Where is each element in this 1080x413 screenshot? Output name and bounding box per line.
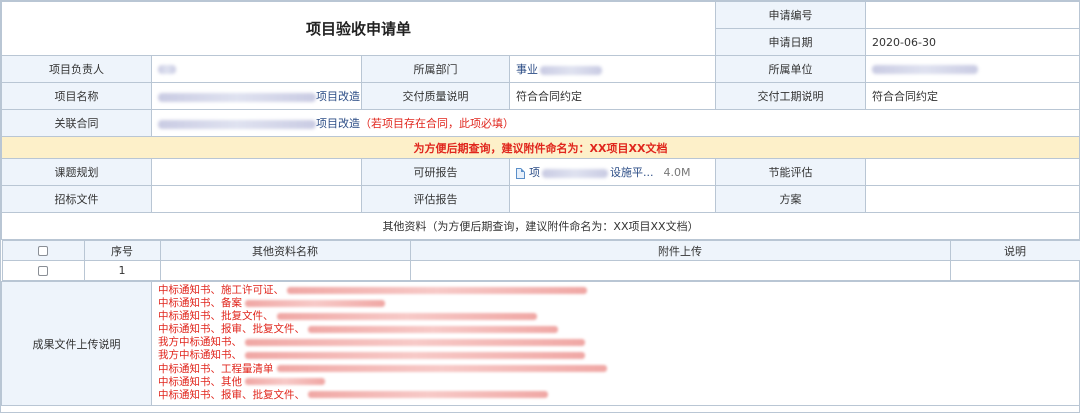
topic-label: 课题规划 [1,158,152,186]
redacted-project-name [158,92,316,102]
project-name-suffix: 项目改造 [316,90,360,103]
manager-field[interactable] [151,55,362,83]
results-notes: 中标通知书、施工许可证、 中标通知书、备案 中标通知书、批复文件、 中标通知书、… [150,281,1080,406]
feasibility-upload[interactable]: 项 设施平... 4.0M [508,158,717,186]
feasibility-file-prefix[interactable]: 项 [529,166,540,179]
delivery-period-field[interactable]: 符合合同约定 [865,82,1080,110]
select-all-checkbox[interactable] [38,246,48,256]
redacted-file-name [542,168,608,178]
feasibility-file-link[interactable]: 设施平... [610,166,654,179]
col-name: 其他资料名称 [159,240,411,261]
redacted-manager [158,65,176,74]
note-line: 中标通知书、报审、批复文件、 [158,323,1073,336]
redacted-unit [872,65,979,74]
bidding-upload[interactable] [151,185,362,213]
note-line: 中标通知书、工程量清单 [158,363,1073,376]
file-size: 4.0M [663,166,691,179]
redacted-contract [158,119,316,129]
row-index: 1 [83,260,161,281]
table-row: 1 [1,260,1080,281]
apply-no-label: 申请编号 [715,1,867,29]
file-icon [516,167,525,179]
row-upload-field[interactable] [409,260,951,281]
feasibility-label: 可研报告 [361,158,510,186]
row-note-field[interactable] [949,260,1080,281]
contract-link[interactable]: 项目改造 [316,117,360,130]
project-name-field[interactable]: 项目改造 [151,82,362,110]
naming-tip: 为方便后期查询，建议附件命名为：XX项目XX文档 [0,136,1080,159]
col-upload: 附件上传 [409,240,951,261]
dept-label: 所属部门 [361,55,510,83]
other-materials-container: 序号 其他资料名称 附件上传 说明 1 [1,240,1080,282]
row-name-field[interactable] [159,260,411,281]
form-table: 项目验收申请单 申请编号 申请日期 2020-06-30 项目负责人 所属部门 … [0,1,1080,406]
plan-label: 方案 [715,185,867,213]
assessment-upload[interactable] [508,185,717,213]
acceptance-form: 项目验收申请单 申请编号 申请日期 2020-06-30 项目负责人 所属部门 … [0,0,1080,413]
delivery-period-label: 交付工期说明 [715,82,867,110]
energy-label: 节能评估 [715,158,867,186]
delivery-quality-label: 交付质量说明 [361,82,510,110]
results-label: 成果文件上传说明 [1,281,152,406]
apply-date-field[interactable]: 2020-06-30 [865,28,1080,56]
contract-note: （若项目存在合同，此项必填） [360,117,514,130]
page-title: 项目验收申请单 [0,1,717,56]
dept-field[interactable]: 事业 [508,55,717,83]
redacted-dept [540,65,602,75]
other-materials-title: 其他资料（为方便后期查询，建议附件命名为：XX项目XX文档） [0,212,1080,240]
note-line: 我方中标通知书、 [158,349,1073,362]
dept-value: 事业 [516,63,538,76]
col-index: 序号 [83,240,161,261]
row-checkbox[interactable] [38,266,48,276]
project-name-label: 项目名称 [1,82,152,110]
note-line: 我方中标通知书、 [158,336,1073,349]
contract-field[interactable]: 项目改造（若项目存在合同，此项必填） [150,109,1080,137]
unit-label: 所属单位 [715,55,867,83]
col-note: 说明 [949,240,1080,261]
plan-upload[interactable] [865,185,1080,213]
note-line: 中标通知书、批复文件、 [158,310,1073,323]
contract-label: 关联合同 [1,109,152,137]
note-line: 中标通知书、报审、批复文件、 [158,389,1073,402]
assessment-label: 评估报告 [361,185,510,213]
unit-field[interactable] [865,55,1080,83]
topic-upload[interactable] [151,158,362,186]
apply-date-label: 申请日期 [715,28,867,56]
other-materials-table: 序号 其他资料名称 附件上传 说明 1 [1,240,1080,281]
row-checkbox-cell [1,260,85,281]
select-all-checkbox-cell [1,240,85,261]
note-line: 中标通知书、备案 [158,297,1073,310]
manager-label: 项目负责人 [1,55,152,83]
note-line: 中标通知书、其他 [158,376,1073,389]
delivery-quality-field[interactable]: 符合合同约定 [508,82,717,110]
bidding-label: 招标文件 [1,185,152,213]
note-line: 中标通知书、施工许可证、 [158,284,1073,297]
energy-upload[interactable] [865,158,1080,186]
apply-no-field[interactable] [865,1,1080,29]
